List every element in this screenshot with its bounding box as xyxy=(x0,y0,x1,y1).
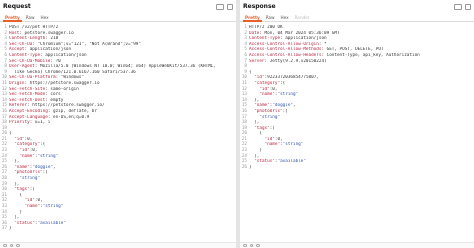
response-title: Response xyxy=(243,3,276,10)
response-tab-render[interactable]: Render xyxy=(292,15,313,22)
request-footer xyxy=(0,242,236,248)
response-tab-raw[interactable]: Raw xyxy=(263,15,278,22)
request-tab-hex[interactable]: Hex xyxy=(38,15,52,22)
back-icon[interactable] xyxy=(249,243,253,248)
response-tabs: Pretty Raw Hex Render xyxy=(240,13,474,22)
response-header: Response xyxy=(240,0,474,13)
request-header: Request xyxy=(0,0,236,13)
split-view-icon[interactable] xyxy=(454,3,462,10)
request-view-tools xyxy=(216,3,233,10)
response-tab-pretty[interactable]: Pretty xyxy=(242,15,263,22)
request-tab-raw[interactable]: Raw xyxy=(23,15,38,22)
line-number: 37 xyxy=(1,226,7,232)
response-editor[interactable]: 1 HTTP/2 200 OK 2 Date: Mon, 04 Mar 2024 05… xyxy=(240,25,474,242)
back-icon[interactable] xyxy=(9,243,13,248)
response-tab-hex[interactable]: Hex xyxy=(278,15,292,22)
layout-icon[interactable] xyxy=(465,3,471,10)
split-view-icon[interactable] xyxy=(216,3,224,10)
code-line: 37} xyxy=(1,226,236,232)
response-pane: Response Pretty Raw Hex Render 1 HTTP/2 2… xyxy=(240,0,474,248)
layout-icon[interactable] xyxy=(227,3,233,10)
forward-icon[interactable] xyxy=(16,243,20,248)
request-title: Request xyxy=(3,3,31,10)
response-footer xyxy=(240,242,474,248)
request-pane: Request Pretty Raw Hex 1 POST /v2/pet HTT… xyxy=(0,0,236,248)
code-line: 26} xyxy=(241,165,474,171)
code-text: } xyxy=(249,164,252,170)
response-view-tools xyxy=(454,3,471,10)
forward-icon[interactable] xyxy=(256,243,260,248)
line-number: 26 xyxy=(241,164,247,170)
request-tab-pretty[interactable]: Pretty xyxy=(2,15,23,22)
code-text: } xyxy=(9,226,12,232)
settings-icon[interactable] xyxy=(3,243,7,248)
settings-icon[interactable] xyxy=(243,243,247,248)
request-tabs: Pretty Raw Hex xyxy=(0,13,236,22)
request-editor[interactable]: 1 POST /v2/pet HTTP/2 2 Host: petstore.swag… xyxy=(0,25,236,242)
